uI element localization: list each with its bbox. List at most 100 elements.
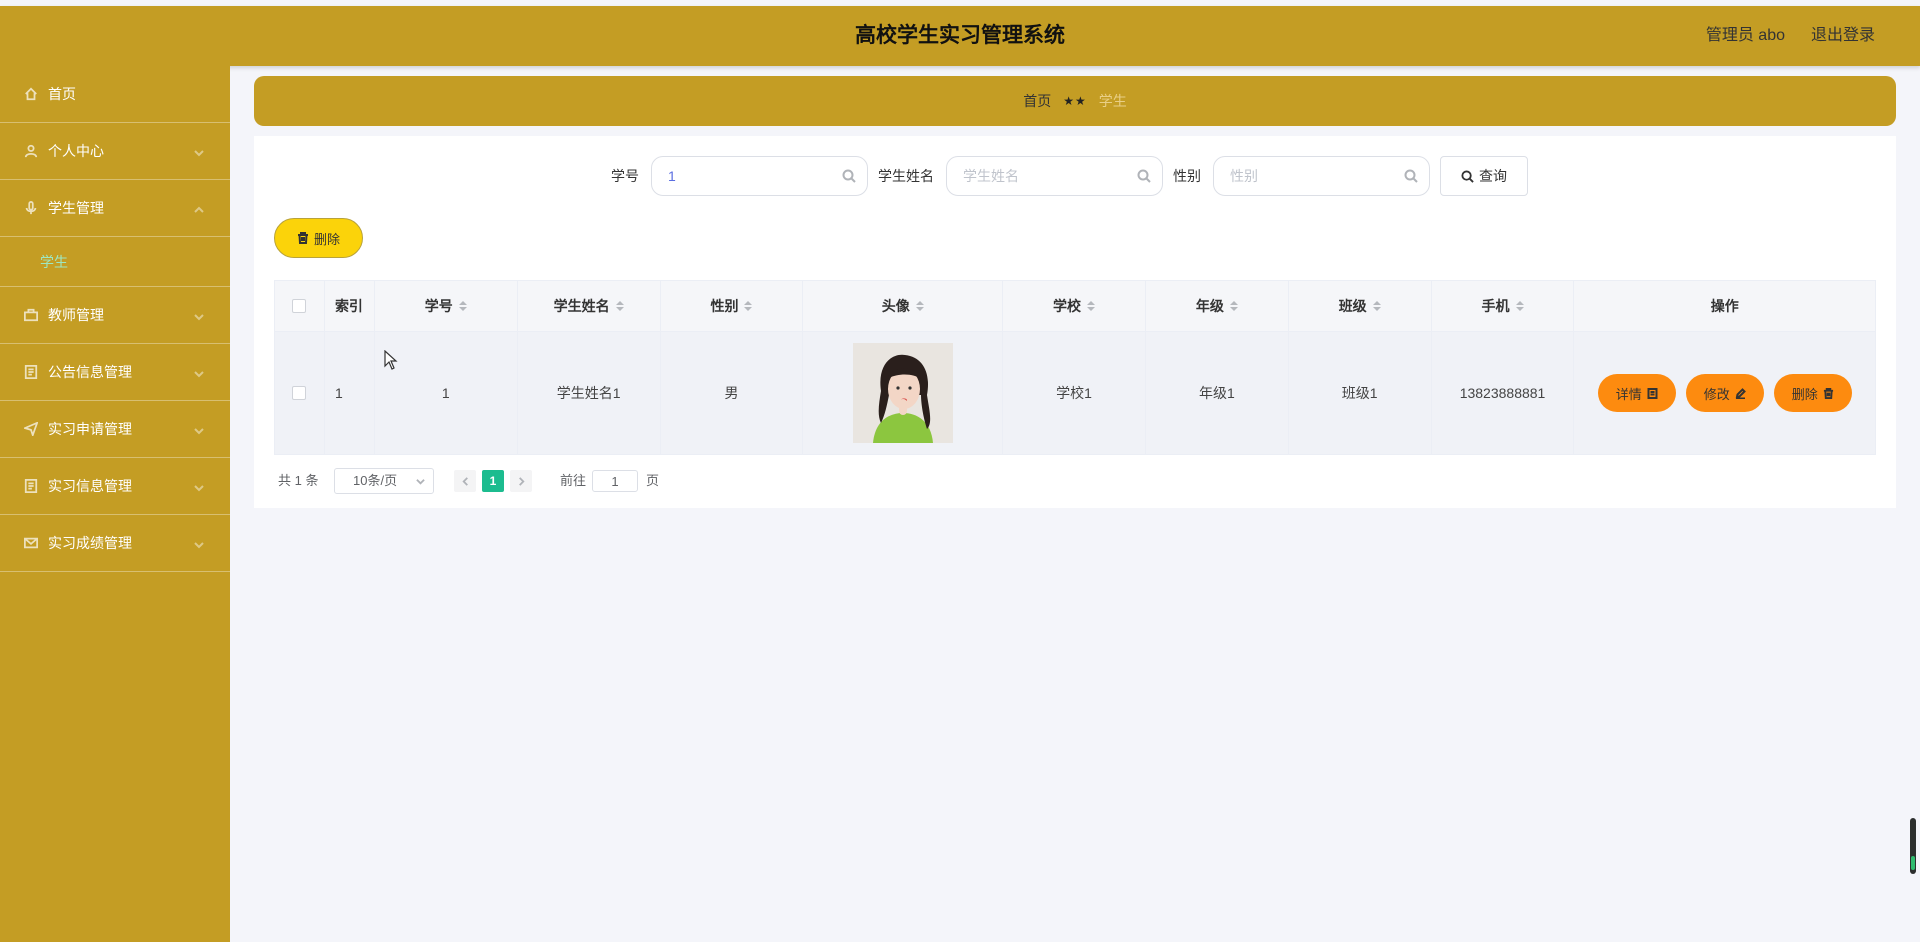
goto-page-input[interactable] <box>592 470 638 492</box>
document-icon <box>24 479 38 493</box>
edit-button[interactable]: 修改 <box>1685 374 1764 412</box>
page-number-button[interactable]: 1 <box>482 470 504 492</box>
chevron-down-icon <box>194 309 204 325</box>
sidebar-item-student-management[interactable]: 学生管理 <box>0 180 230 237</box>
main-panel: 学号 学生姓名 性别 查询 删除 索引 学号 学生姓名 性别 头像 学校 年级 … <box>254 136 1896 508</box>
column-header-label: 手机 <box>1481 298 1510 314</box>
cell-gender: 男 <box>661 332 804 454</box>
batch-delete-label: 删除 <box>313 231 340 247</box>
sort-icon[interactable] <box>1372 301 1381 311</box>
sort-icon[interactable] <box>1087 301 1096 311</box>
column-header-avatar[interactable]: 头像 <box>803 281 1004 331</box>
student-no-input[interactable] <box>651 156 868 196</box>
chevron-right-icon <box>518 476 525 486</box>
next-page-button[interactable] <box>510 470 532 492</box>
breadcrumb-current: 学生 <box>1098 93 1127 109</box>
detail-button[interactable]: 详情 <box>1597 374 1676 412</box>
chevron-down-icon <box>194 480 204 496</box>
sort-icon[interactable] <box>615 301 624 311</box>
column-header-label: 学生姓名 <box>553 298 610 314</box>
query-button-label: 查询 <box>1479 168 1507 184</box>
chevron-down-icon <box>194 145 204 161</box>
sort-icon[interactable] <box>1515 301 1524 311</box>
column-header-school[interactable]: 学校 <box>1003 281 1146 331</box>
current-user-label: 管理员 abo <box>1705 27 1785 44</box>
cell-phone: 13823888881 <box>1432 332 1575 454</box>
sidebar-item-internship-info[interactable]: 实习信息管理 <box>0 458 230 515</box>
mail-icon <box>24 536 38 550</box>
mouse-cursor-icon <box>384 349 398 370</box>
sidebar-item-profile[interactable]: 个人中心 <box>0 123 230 180</box>
pagination: 共 1 条 10条/页 1 前往 页 <box>278 468 978 494</box>
student-name-input[interactable] <box>946 156 1163 196</box>
search-icon <box>1461 169 1474 183</box>
column-header-phone[interactable]: 手机 <box>1432 281 1575 331</box>
column-header-index: 索引 <box>325 281 375 331</box>
batch-delete-button[interactable]: 删除 <box>274 218 363 258</box>
page-size-select[interactable]: 10条/页 <box>334 468 434 494</box>
goto-label: 前往 <box>560 473 587 488</box>
sort-icon[interactable] <box>744 301 753 311</box>
cell-grade: 年级1 <box>1146 332 1289 454</box>
row-checkbox[interactable] <box>292 386 307 400</box>
column-header-label: 学号 <box>424 298 453 314</box>
sidebar-item-label: 个人中心 <box>48 143 104 159</box>
breadcrumb-home-link[interactable]: 首页 <box>1023 91 1051 111</box>
column-header-student-no[interactable]: 学号 <box>375 281 518 331</box>
briefcase-icon <box>24 308 38 322</box>
scrollbar[interactable] <box>1910 818 1916 874</box>
cell-name: 学生姓名1 <box>518 332 661 454</box>
sort-icon[interactable] <box>915 301 924 311</box>
delete-button-label: 删除 <box>1791 386 1818 402</box>
chevron-down-icon <box>416 479 425 485</box>
gender-label: 性别 <box>1173 168 1201 184</box>
column-header-label: 头像 <box>881 298 910 314</box>
sidebar-item-label: 公告信息管理 <box>48 364 132 380</box>
home-icon <box>24 87 38 101</box>
logout-link[interactable]: 退出登录 <box>1811 6 1875 66</box>
sidebar-item-label: 实习成绩管理 <box>48 535 132 551</box>
pencil-icon <box>1735 387 1746 399</box>
student-name-label: 学生姓名 <box>878 168 934 184</box>
send-icon <box>24 422 38 436</box>
edit-button-label: 修改 <box>1703 386 1730 402</box>
sidebar-item-label: 学生管理 <box>48 200 104 216</box>
search-icon <box>1404 169 1418 183</box>
cell-school: 学校1 <box>1003 332 1146 454</box>
sidebar-item-label: 教师管理 <box>48 307 104 323</box>
page-size-value: 10条/页 <box>353 473 398 488</box>
search-icon <box>1137 169 1151 183</box>
cell-index: 1 <box>325 332 375 454</box>
sidebar-item-internship-application[interactable]: 实习申请管理 <box>0 401 230 458</box>
trash-icon <box>297 232 308 244</box>
cell-avatar <box>803 332 1004 454</box>
sidebar-item-teacher-management[interactable]: 教师管理 <box>0 287 230 344</box>
sidebar-item-label: 首页 <box>48 86 76 102</box>
gender-input[interactable] <box>1213 156 1430 196</box>
sidebar-item-notice-management[interactable]: 公告信息管理 <box>0 344 230 401</box>
column-header-actions: 操作 <box>1710 298 1739 314</box>
sort-icon[interactable] <box>458 301 467 311</box>
student-avatar-image[interactable] <box>852 343 953 443</box>
column-header-name[interactable]: 学生姓名 <box>518 281 661 331</box>
column-header-gender[interactable]: 性别 <box>661 281 804 331</box>
column-header-class[interactable]: 班级 <box>1289 281 1432 331</box>
top-header: 高校学生实习管理系统 管理员 abo 退出登录 <box>0 6 1920 66</box>
query-button[interactable]: 查询 <box>1440 156 1528 196</box>
select-all-checkbox[interactable] <box>292 299 307 313</box>
page-suffix-label: 页 <box>646 473 660 488</box>
prev-page-button[interactable] <box>454 470 476 492</box>
student-table: 索引 学号 学生姓名 性别 头像 学校 年级 班级 手机 操作 1 1 学生姓名… <box>274 280 1876 455</box>
sidebar-item-student[interactable]: 学生 <box>0 237 230 287</box>
sidebar-item-internship-score[interactable]: 实习成绩管理 <box>0 515 230 572</box>
search-form: 学号 学生姓名 性别 查询 <box>254 156 1896 196</box>
column-header-label: 性别 <box>710 298 739 314</box>
table-header: 索引 学号 学生姓名 性别 头像 学校 年级 班级 手机 操作 <box>275 281 1875 332</box>
app-title: 高校学生实习管理系统 <box>855 24 1065 47</box>
delete-button[interactable]: 删除 <box>1773 374 1852 412</box>
sidebar-item-home[interactable]: 首页 <box>0 66 230 123</box>
chevron-left-icon <box>461 476 468 486</box>
cell-class: 班级1 <box>1289 332 1432 454</box>
column-header-grade[interactable]: 年级 <box>1146 281 1289 331</box>
sort-icon[interactable] <box>1229 301 1238 311</box>
